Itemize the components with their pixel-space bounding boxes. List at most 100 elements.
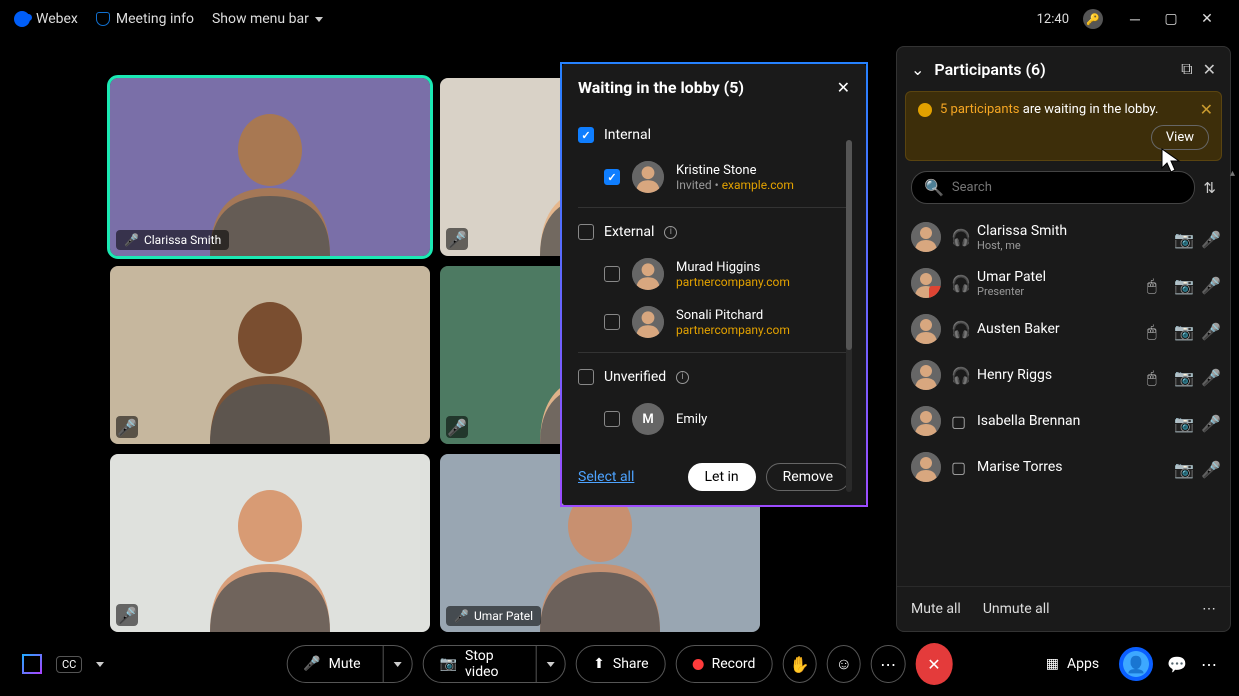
search-input[interactable]	[952, 180, 1183, 195]
app-name: Webex	[36, 11, 78, 27]
participant-row[interactable]: 🎧Clarissa SmithHost, me📷🎤	[903, 214, 1224, 260]
show-menu-bar-button[interactable]: Show menu bar	[212, 11, 323, 27]
participant-row[interactable]: 🎧Austen Baker🖱📷🎤	[903, 306, 1224, 352]
avatar	[632, 306, 664, 338]
raise-hand-button[interactable]: ✋	[782, 645, 816, 683]
window-maximize-button[interactable]: ▢	[1153, 5, 1189, 33]
mute-all-button[interactable]: Mute all	[911, 601, 961, 617]
unmute-all-button[interactable]: Unmute all	[983, 601, 1050, 617]
lobby-popup: Waiting in the lobby (5) ✕ InternalKrist…	[560, 62, 868, 507]
mic-muted-icon: 🎤	[116, 604, 138, 626]
participant-row[interactable]: 🎧Henry Riggs🖱📷🎤	[903, 352, 1224, 398]
microphone-icon: 🎤	[303, 656, 320, 672]
window-close-button[interactable]: ✕	[1189, 5, 1225, 33]
video-tile[interactable]: 🎤 Clarissa Smith	[110, 78, 430, 256]
chevron-down-icon	[315, 17, 323, 22]
avatar	[911, 406, 941, 436]
participant-row[interactable]: ▢ Marise Torres 📷 🎤	[903, 444, 1224, 490]
group-checkbox[interactable]	[578, 127, 594, 143]
headset-icon: 🎧	[951, 274, 967, 293]
lobby-group-header[interactable]: Unverifiedi	[578, 359, 850, 395]
participant-name: Clarissa SmithHost, me	[977, 223, 1164, 252]
video-tile[interactable]: 🎤	[110, 454, 430, 632]
headset-icon: 🎧	[951, 366, 967, 385]
lobby-close-icon[interactable]: ✕	[837, 78, 850, 97]
clock: 12:40	[1037, 12, 1069, 27]
let-in-button[interactable]: Let in	[688, 463, 756, 491]
assistant-icon[interactable]	[22, 654, 42, 674]
more-panel-button[interactable]: ⋯	[1201, 655, 1217, 674]
info-icon[interactable]: i	[664, 226, 677, 239]
avatar	[911, 452, 941, 482]
alert-icon	[918, 103, 932, 117]
share-icon: ⬆	[593, 656, 605, 672]
participants-button[interactable]: 👤	[1119, 647, 1153, 681]
entry-checkbox[interactable]	[604, 411, 620, 427]
participant-name: Austen Baker	[977, 321, 1137, 337]
participant-row[interactable]: 🎧Umar PatelPresenter🖱📷🎤	[903, 260, 1224, 306]
device-icon: ▢	[951, 412, 967, 431]
alert-close-icon[interactable]: ✕	[1200, 100, 1213, 119]
entry-checkbox[interactable]	[604, 266, 620, 282]
lobby-entry[interactable]: Sonali Pitchardpartnercompany.com	[578, 298, 850, 346]
stop-video-button[interactable]: 📷Stop video	[423, 645, 567, 683]
cc-button[interactable]: CC	[56, 656, 82, 673]
entry-checkbox[interactable]	[604, 314, 620, 330]
entry-checkbox[interactable]	[604, 169, 620, 185]
lobby-entry[interactable]: Murad Higginspartnercompany.com	[578, 250, 850, 298]
lobby-group-header[interactable]: Externali	[578, 214, 850, 250]
microphone-icon: 🎤	[1201, 414, 1216, 429]
popout-icon[interactable]: ⧉	[1181, 59, 1192, 79]
mic-muted-icon: 🎤	[446, 416, 468, 438]
microphone-icon: 🎤	[454, 609, 469, 623]
meeting-info-button[interactable]: Meeting info	[96, 11, 194, 27]
device-icon: ▢	[951, 458, 967, 477]
reactions-button[interactable]: ☺	[827, 645, 861, 683]
search-input-wrapper[interactable]: 🔍	[911, 171, 1195, 204]
video-tile[interactable]: 🎤	[110, 266, 430, 444]
microphone-icon: 🎤	[124, 233, 139, 247]
share-button[interactable]: ⬆Share	[576, 645, 665, 683]
participant-name: Umar PatelPresenter	[977, 269, 1137, 298]
lobby-group-header[interactable]: Internal	[578, 117, 850, 153]
microphone-icon: 🎤	[1201, 460, 1216, 475]
participant-name: Marise Torres	[977, 459, 1164, 475]
info-icon[interactable]: i	[676, 371, 689, 384]
lobby-alert: 5 participants are waiting in the lobby.…	[905, 91, 1222, 161]
entry-name: Murad Higgins	[676, 260, 790, 275]
panel-scrollbar[interactable]: ▴	[1230, 168, 1231, 608]
remove-button[interactable]: Remove	[766, 463, 850, 491]
more-options-icon[interactable]: ⋯	[1202, 601, 1216, 617]
more-controls-button[interactable]: ⋯	[871, 645, 905, 683]
mic-muted-icon: 🎤	[446, 228, 468, 250]
lobby-entry[interactable]: MEmily	[578, 395, 850, 443]
tile-name-label: Clarissa Smith	[144, 233, 221, 247]
select-all-link[interactable]: Select all	[578, 469, 634, 485]
lobby-entry[interactable]: Kristine StoneInvited • example.com	[578, 153, 850, 201]
avatar	[632, 161, 664, 193]
mute-button[interactable]: 🎤Mute	[286, 645, 412, 683]
apps-button[interactable]: ▦Apps	[1040, 645, 1105, 683]
group-checkbox[interactable]	[578, 369, 594, 385]
headset-icon: 🎧	[951, 320, 967, 339]
window-minimize-button[interactable]: ─	[1117, 5, 1153, 33]
mute-options-dropdown[interactable]	[383, 646, 412, 682]
leave-meeting-button[interactable]: ✕	[915, 643, 953, 685]
view-lobby-button[interactable]: View	[1151, 125, 1209, 150]
sort-icon[interactable]: ⇅	[1203, 179, 1216, 197]
microphone-icon: 🎤	[1201, 368, 1216, 383]
record-button[interactable]: Record	[676, 645, 773, 683]
chevron-down-icon[interactable]: ⌄	[911, 60, 924, 79]
video-options-dropdown[interactable]	[536, 646, 565, 682]
participant-row[interactable]: ▢Isabella Brennan📷🎤	[903, 398, 1224, 444]
encryption-icon[interactable]: 🔑	[1083, 9, 1103, 29]
chevron-down-icon[interactable]	[96, 662, 104, 667]
camera-icon: 📷	[1174, 460, 1189, 475]
group-checkbox[interactable]	[578, 224, 594, 240]
participant-name: Henry Riggs	[977, 367, 1137, 383]
entry-name: Emily	[676, 412, 707, 427]
microphone-icon: 🎤	[1201, 230, 1216, 245]
close-panel-icon[interactable]: ✕	[1203, 60, 1216, 79]
lobby-scrollbar[interactable]	[846, 140, 852, 492]
chat-button[interactable]: 💬	[1167, 655, 1187, 674]
